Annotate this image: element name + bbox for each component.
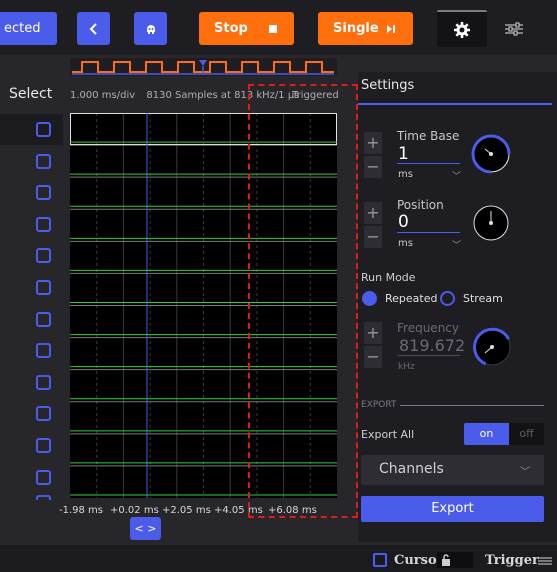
time-base-knob[interactable]: [470, 133, 512, 175]
trigger-menu-icon[interactable]: [538, 556, 552, 566]
back-button[interactable]: [77, 12, 110, 45]
position-label: Position: [397, 198, 444, 212]
gear-icon: [454, 21, 470, 38]
frequency-underline: [397, 355, 460, 356]
sliders-button[interactable]: [497, 12, 530, 45]
x-tick-label: +2.05 ms: [162, 505, 211, 516]
robot-icon: [146, 24, 155, 34]
export-divider: [400, 405, 544, 406]
app-button[interactable]: [134, 12, 167, 45]
settings-title-underline: [358, 103, 552, 105]
repeated-radio[interactable]: [362, 291, 377, 306]
export-section-header: EXPORT: [361, 400, 397, 410]
repeated-label[interactable]: Repeated: [385, 292, 437, 305]
position-knob[interactable]: [471, 203, 511, 243]
chevron-down-icon: ﹀: [520, 467, 530, 478]
channel-checkbox[interactable]: [36, 122, 51, 137]
lock-icon: [442, 554, 450, 566]
time-nav-button[interactable]: < >: [130, 517, 161, 540]
step-forward-icon: [387, 24, 395, 33]
cursors-checkbox[interactable]: [373, 553, 387, 567]
time-base-minus-button[interactable]: −: [364, 156, 382, 178]
frequency-unit: kHz: [398, 362, 415, 372]
time-base-unit[interactable]: ms: [398, 169, 413, 180]
settings-gear-button[interactable]: [437, 10, 487, 47]
time-base-label: Time Base: [397, 129, 460, 143]
frequency-knob[interactable]: [471, 326, 513, 368]
channel-checkbox[interactable]: [36, 216, 51, 232]
frequency-label: Frequency: [397, 321, 459, 335]
channels-dropdown[interactable]: Channels ﹀: [361, 455, 544, 485]
single-label: Single: [333, 21, 379, 36]
position-underline: [397, 232, 460, 233]
stop-label: Stop: [214, 21, 248, 36]
single-button[interactable]: Single: [318, 12, 413, 45]
export-all-off-button[interactable]: off: [509, 423, 544, 445]
export-all-on-button[interactable]: on: [464, 423, 509, 445]
channel-checkbox[interactable]: [36, 185, 51, 201]
position-input[interactable]: 0: [398, 212, 409, 232]
timeline-overview[interactable]: [70, 58, 337, 76]
stop-button[interactable]: Stop: [199, 12, 294, 45]
frequency-value: 819.672: [399, 336, 466, 355]
export-button[interactable]: Export: [361, 496, 544, 522]
time-base-input[interactable]: 1: [398, 144, 409, 164]
frequency-plus-button[interactable]: +: [364, 322, 382, 344]
channel-checkbox[interactable]: [36, 311, 51, 327]
position-unit[interactable]: ms: [398, 238, 413, 249]
position-minus-button[interactable]: −: [364, 226, 382, 248]
frequency-minus-button[interactable]: −: [364, 346, 382, 368]
chevron-down-icon[interactable]: ﹀: [452, 238, 461, 251]
cursors-input[interactable]: [437, 552, 473, 568]
connected-button[interactable]: ected: [0, 12, 57, 45]
time-base-plus-button[interactable]: +: [364, 132, 382, 154]
x-tick-label: +0.02 ms: [110, 505, 159, 516]
chevron-down-icon[interactable]: ﹀: [452, 169, 461, 182]
stream-label[interactable]: Stream: [463, 292, 503, 305]
run-mode-label: Run Mode: [361, 271, 416, 284]
stream-radio[interactable]: [440, 291, 455, 306]
square-icon: [269, 24, 277, 33]
selected-channel-row: [0, 114, 63, 145]
channels-label: Channels: [379, 461, 444, 477]
channel-checkbox[interactable]: [36, 495, 51, 500]
chevron-left-icon: [89, 22, 97, 35]
channel-checkbox[interactable]: [36, 469, 51, 485]
channel-checkbox[interactable]: [36, 406, 51, 422]
export-all-label: Export All: [361, 428, 415, 441]
top-toolbar: ected Stop Single: [0, 0, 557, 55]
settings-title: Settings: [361, 78, 415, 93]
channel-checkbox[interactable]: [36, 248, 51, 264]
channel-checkbox[interactable]: [36, 374, 51, 390]
select-label: Select: [9, 86, 53, 102]
position-plus-button[interactable]: +: [364, 202, 382, 224]
selection-highlight: [248, 84, 358, 518]
time-base-underline: [397, 163, 460, 164]
channel-checkbox[interactable]: [36, 438, 51, 453]
trigger-label[interactable]: Trigger: [485, 553, 539, 568]
bottom-bar: [0, 545, 557, 572]
channel-checkbox[interactable]: [36, 153, 51, 169]
time-per-div: 1.000 ms/div: [70, 90, 136, 101]
channel-checkbox[interactable]: [36, 343, 51, 359]
channel-checkbox[interactable]: [36, 280, 51, 295]
x-tick-label: -1.98 ms: [59, 505, 104, 516]
sliders-icon: [504, 21, 523, 36]
